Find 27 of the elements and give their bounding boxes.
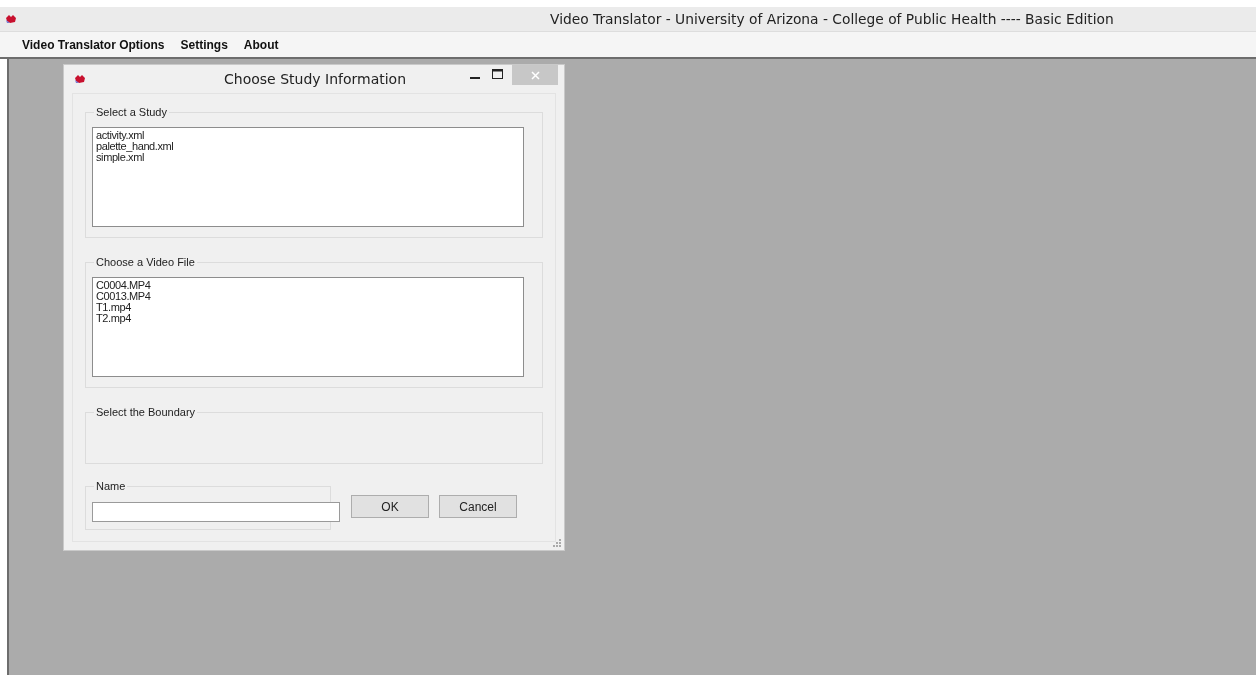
group-label: Select a Study	[94, 106, 169, 118]
list-item[interactable]: simple.xml	[96, 152, 520, 163]
group-label: Select the Boundary	[94, 406, 198, 418]
menu-item[interactable]: Settings	[174, 35, 234, 54]
dialog-title: Choose Study Information	[224, 71, 407, 87]
group-label: Name	[94, 480, 128, 492]
video-list[interactable]: C0004.MP4 C0013.MP4 T1.mp4 T2.mp4	[92, 277, 524, 377]
app-icon	[74, 74, 86, 84]
name-field[interactable]	[92, 502, 340, 522]
maximize-icon	[491, 69, 503, 79]
minimize-icon	[470, 77, 480, 79]
app-icon	[5, 14, 17, 24]
menu-item[interactable]: About	[237, 35, 285, 54]
list-item[interactable]: activity.xml	[96, 130, 520, 141]
dialog-button[interactable]: Cancel	[439, 495, 517, 518]
list-item[interactable]: palette_hand.xml	[96, 141, 520, 152]
resize-grip-icon	[553, 539, 561, 547]
list-item[interactable]: T2.mp4	[96, 313, 520, 324]
study-list[interactable]: activity.xml palette_hand.xml simple.xml	[92, 127, 524, 227]
dialog-button[interactable]: OK	[351, 495, 429, 518]
list-item[interactable]: C0004.MP4	[96, 280, 520, 291]
list-item[interactable]: T1.mp4	[96, 302, 520, 313]
list-item[interactable]: C0013.MP4	[96, 291, 520, 302]
group-label: Choose a Video File	[94, 256, 197, 268]
window-title: Video Translator - University of Arizona - College of Public Health ---- Basic Edition	[550, 11, 1114, 27]
close-icon	[530, 70, 540, 80]
menu-item[interactable]: Video Translator Options	[16, 35, 171, 54]
